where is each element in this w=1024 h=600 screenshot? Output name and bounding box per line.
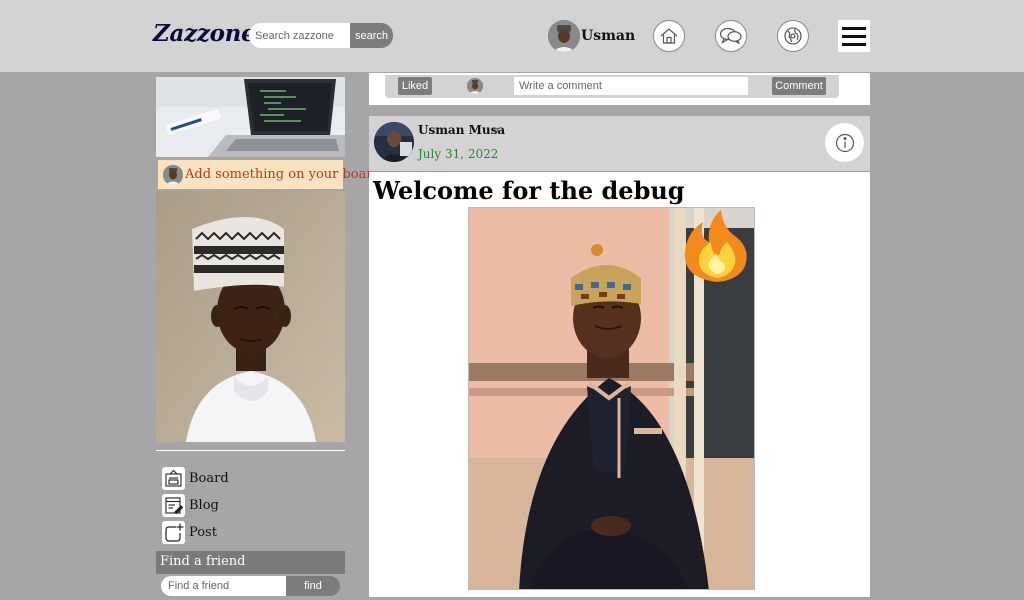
sidebar-item-label: Post [189,525,217,540]
chevron-down-icon[interactable]: v [493,124,499,137]
post-icon [162,521,185,544]
board-banner-image [156,77,345,157]
post-card: Usman Musa v July 31, 2022 Welcome for t… [369,116,870,597]
info-icon[interactable] [825,123,864,162]
sidebar-divider [156,450,345,451]
previous-post-footer: Liked Comment [369,73,870,105]
liked-button[interactable]: Liked [398,77,432,95]
post-date: July 31, 2022 [418,147,499,161]
avatar [467,78,483,94]
avatar[interactable] [374,122,414,162]
sidebar-item-post[interactable]: Post [162,521,217,544]
menu-icon[interactable] [838,20,870,52]
sidebar-item-label: Blog [189,498,219,513]
sidebar-item-blog[interactable]: Blog [162,494,219,517]
add-to-board-prompt[interactable]: Add something on your board [158,160,381,189]
blog-icon [162,494,185,517]
profile-photo[interactable] [156,191,345,442]
comment-button[interactable]: Comment [772,77,826,95]
sidebar-item-label: Board [189,471,229,486]
chat-icon[interactable] [715,20,747,52]
top-header: Zazzone search Usman [0,0,1024,72]
board-icon [162,467,185,490]
home-icon[interactable] [653,20,685,52]
find-friend-title: Find a friend [156,551,345,574]
board-prompt-label: Add something on your board [185,167,381,182]
avatar [163,164,183,185]
post-title: Welcome for the debug [373,176,685,205]
user-name[interactable]: Usman [581,28,635,44]
find-friend-input[interactable] [161,576,286,596]
comment-bar: Liked Comment [385,75,839,98]
find-friend-button[interactable]: find [286,576,340,596]
post-image[interactable] [468,207,755,590]
comment-input[interactable] [514,77,748,95]
search-button[interactable]: search [350,23,393,48]
avatar[interactable] [548,20,580,52]
globe-icon[interactable] [777,20,809,52]
post-header: Usman Musa v July 31, 2022 [369,116,870,172]
sidebar-item-board[interactable]: Board [162,467,229,490]
site-logo[interactable]: Zazzone [153,20,256,47]
search-input[interactable] [249,23,350,48]
